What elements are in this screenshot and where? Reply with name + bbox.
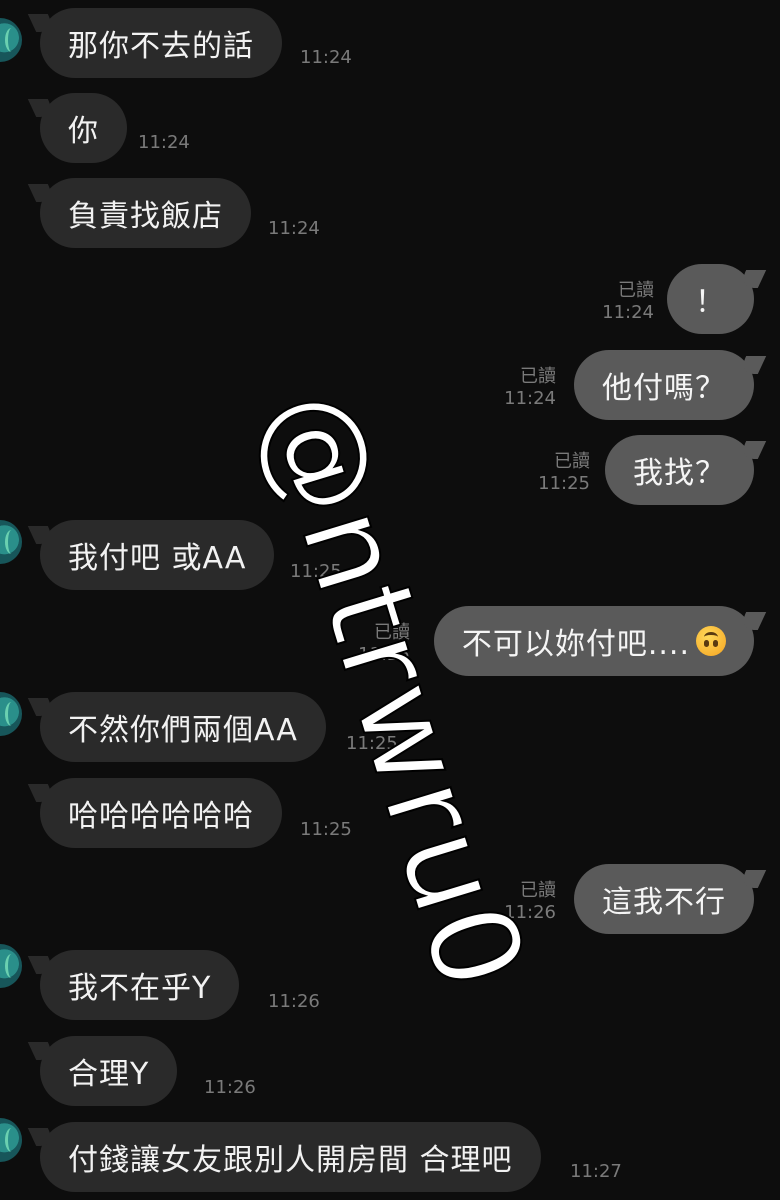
read-receipt: 已讀 11:25: [538, 451, 590, 495]
message-time: 11:24: [138, 132, 190, 153]
message-bubble[interactable]: ！: [667, 264, 754, 334]
message-time: 11:25: [290, 561, 342, 582]
read-receipt: 已讀 11:24: [602, 280, 654, 324]
message-bubble[interactable]: 那你不去的話: [40, 8, 282, 78]
message-time: 11:24: [602, 302, 654, 323]
avatar[interactable]: [0, 18, 22, 62]
message-time: 11:27: [570, 1161, 622, 1182]
read-receipt: 已讀 11:26: [504, 880, 556, 924]
read-label: 已讀: [554, 451, 590, 472]
avatar-wave-icon: [5, 28, 18, 52]
message-time: 11:25: [300, 819, 352, 840]
read-label: 已讀: [520, 880, 556, 901]
avatar[interactable]: [0, 520, 22, 564]
message-text: 負責找飯店: [68, 199, 223, 234]
message-text: 我找？: [633, 456, 726, 491]
message-text: ！: [695, 285, 726, 320]
read-label: 已讀: [520, 366, 556, 387]
message-time: 11:26: [504, 902, 556, 923]
avatar[interactable]: [0, 1118, 22, 1162]
message-bubble[interactable]: 哈哈哈哈哈哈: [40, 778, 282, 848]
message-text: 合理Y: [68, 1057, 150, 1092]
message-text: 那你不去的話: [68, 29, 254, 64]
message-bubble[interactable]: 合理Y: [40, 1036, 178, 1106]
chat-thread[interactable]: 那你不去的話 11:24 你 11:24 負責找飯店 11:24 已讀 11:2…: [0, 0, 780, 1200]
avatar-wave-icon: [5, 1128, 18, 1152]
message-bubble[interactable]: 這我不行: [574, 864, 754, 934]
message-time: 11:26: [204, 1077, 256, 1098]
upside-down-face-emoji-icon: [696, 626, 726, 656]
message-text: 他付嗎？: [602, 371, 726, 406]
message-bubble[interactable]: 我不在乎Y: [40, 950, 240, 1020]
message-time: 11:26: [268, 991, 320, 1012]
message-bubble[interactable]: 他付嗎？: [574, 350, 754, 420]
read-receipt: 已讀 11:24: [504, 366, 556, 410]
message-bubble[interactable]: 不然你們兩個AA: [40, 692, 326, 762]
avatar[interactable]: [0, 692, 22, 736]
message-time: 11:24: [300, 47, 352, 68]
message-time: 11:25: [346, 733, 398, 754]
avatar-wave-icon: [5, 954, 18, 978]
message-bubble[interactable]: 付錢讓女友跟別人開房間 合理吧: [40, 1122, 541, 1192]
read-receipt: 已讀 11:25: [358, 622, 410, 666]
message-text: 我不在乎Y: [68, 971, 212, 1006]
message-text: 這我不行: [602, 885, 726, 920]
message-text: 不可以妳付吧....: [461, 627, 690, 662]
message-time: 11:25: [358, 644, 410, 665]
avatar-wave-icon: [5, 530, 18, 554]
message-time: 11:24: [504, 388, 556, 409]
message-text: 你: [68, 114, 99, 149]
avatar-wave-icon: [5, 702, 18, 726]
avatar[interactable]: [0, 944, 22, 988]
message-bubble[interactable]: 我付吧 或AA: [40, 520, 275, 590]
message-text: 我付吧 或AA: [68, 541, 247, 576]
message-bubble[interactable]: 你: [40, 93, 127, 163]
read-label: 已讀: [374, 622, 410, 643]
read-label: 已讀: [618, 280, 654, 301]
message-time: 11:25: [538, 473, 590, 494]
message-text: 付錢讓女友跟別人開房間 合理吧: [68, 1143, 513, 1178]
message-text: 哈哈哈哈哈哈: [68, 799, 254, 834]
message-bubble[interactable]: 不可以妳付吧....: [433, 606, 754, 676]
message-text: 不然你們兩個AA: [68, 713, 298, 748]
message-time: 11:24: [268, 218, 320, 239]
message-bubble[interactable]: 負責找飯店: [40, 178, 251, 248]
message-bubble[interactable]: 我找？: [605, 435, 754, 505]
